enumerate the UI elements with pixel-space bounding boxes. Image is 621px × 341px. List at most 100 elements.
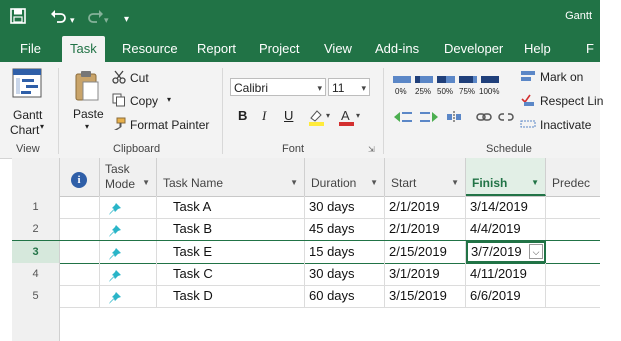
undo-icon[interactable] bbox=[50, 8, 68, 29]
header-start[interactable]: Start ▼ bbox=[385, 158, 466, 196]
redo-icon[interactable] bbox=[86, 8, 104, 29]
finish-filter-icon[interactable]: ▼ bbox=[531, 178, 539, 187]
table-row-empty[interactable] bbox=[12, 307, 600, 341]
finish-cell[interactable]: 3/14/2019 bbox=[466, 196, 546, 218]
italic-button[interactable]: I bbox=[262, 108, 266, 124]
task-mode-cell[interactable] bbox=[100, 218, 157, 240]
start-filter-icon[interactable]: ▼ bbox=[451, 178, 459, 187]
row-number[interactable]: 4 bbox=[12, 263, 60, 285]
row-number-empty[interactable] bbox=[12, 307, 60, 341]
row-number[interactable]: 2 bbox=[12, 218, 60, 240]
gantt-chart-label-1[interactable]: Gantt bbox=[13, 108, 42, 122]
row-number[interactable]: 3 bbox=[12, 241, 60, 263]
duration-cell[interactable]: 45 days bbox=[305, 218, 385, 240]
undo-dropdown-icon[interactable]: ▾ bbox=[70, 11, 75, 29]
task-name-cell[interactable]: Task B bbox=[157, 218, 305, 240]
tab-view[interactable]: View bbox=[316, 36, 360, 62]
link-tasks-icon[interactable] bbox=[476, 110, 492, 127]
customize-qat-icon[interactable]: ▾ bbox=[124, 11, 129, 29]
save-icon[interactable] bbox=[10, 8, 26, 29]
finish-cell[interactable]: 6/6/2019 bbox=[466, 285, 546, 307]
finish-cell-active[interactable]: 3/7/2019 ⌵ bbox=[466, 241, 546, 263]
respect-links-icon[interactable] bbox=[520, 93, 536, 110]
task-name-cell[interactable]: Task A bbox=[157, 196, 305, 218]
paste-dropdown-icon[interactable]: ▾ bbox=[85, 122, 89, 131]
inactivate-icon[interactable] bbox=[520, 117, 536, 134]
duration-cell[interactable]: 30 days bbox=[305, 263, 385, 285]
tab-report[interactable]: Report bbox=[189, 36, 244, 62]
tab-add-ins[interactable]: Add-ins bbox=[367, 36, 427, 62]
table-row[interactable]: 1 Task A 30 days 2/1/2019 3/14/2019 bbox=[12, 196, 600, 219]
task-mode-cell[interactable] bbox=[100, 263, 157, 285]
task-mode-filter-icon[interactable]: ▼ bbox=[142, 178, 150, 187]
tab-developer[interactable]: Developer bbox=[436, 36, 511, 62]
pct-50-button[interactable]: 50% bbox=[437, 87, 453, 96]
finish-cell[interactable]: 4/11/2019 bbox=[466, 263, 546, 285]
table-row[interactable]: 5 Task D 60 days 3/15/2019 6/6/2019 bbox=[12, 285, 600, 308]
task-name-cell[interactable]: Task E bbox=[157, 241, 305, 263]
header-task-mode[interactable]: Task Mode ▼ bbox=[100, 158, 157, 196]
table-row[interactable]: 2 Task B 45 days 2/1/2019 4/4/2019 bbox=[12, 218, 600, 241]
paste-icon[interactable] bbox=[74, 70, 100, 105]
header-duration[interactable]: Duration ▼ bbox=[305, 158, 385, 196]
copy-dropdown-icon[interactable]: ▾ bbox=[167, 95, 171, 104]
indicator-cell[interactable] bbox=[60, 263, 100, 285]
tab-project[interactable]: Project bbox=[251, 36, 307, 62]
duration-cell[interactable]: 30 days bbox=[305, 196, 385, 218]
start-cell[interactable]: 3/15/2019 bbox=[385, 285, 466, 307]
indicator-cell[interactable] bbox=[60, 218, 100, 240]
font-dialog-launcher-icon[interactable]: ⇲ bbox=[368, 145, 375, 154]
outdent-icon[interactable] bbox=[392, 110, 414, 127]
inactivate-button[interactable]: Inactivate bbox=[540, 118, 591, 132]
mark-on-track-icon[interactable] bbox=[520, 69, 536, 86]
cut-icon[interactable] bbox=[112, 70, 126, 87]
split-task-icon[interactable] bbox=[446, 110, 462, 127]
pct-25-button[interactable]: 25% bbox=[415, 87, 431, 96]
copy-icon[interactable] bbox=[112, 93, 126, 110]
gantt-dropdown-icon[interactable]: ▾ bbox=[40, 122, 44, 131]
tab-task[interactable]: Task bbox=[62, 36, 105, 62]
duration-cell[interactable]: 60 days bbox=[305, 285, 385, 307]
duration-cell[interactable]: 15 days bbox=[305, 241, 385, 263]
finish-cell[interactable]: 4/4/2019 bbox=[466, 218, 546, 240]
tab-partial[interactable]: F bbox=[586, 36, 594, 62]
predecessors-cell[interactable] bbox=[546, 285, 600, 307]
task-name-cell[interactable]: Task D bbox=[157, 285, 305, 307]
copy-button[interactable]: Copy bbox=[130, 94, 158, 108]
start-cell[interactable]: 2/15/2019 bbox=[385, 241, 466, 263]
tab-help[interactable]: Help bbox=[516, 36, 559, 62]
row-number[interactable]: 1 bbox=[12, 196, 60, 218]
tab-file[interactable]: File bbox=[12, 36, 49, 62]
unlink-tasks-icon[interactable] bbox=[498, 110, 514, 127]
tab-resource[interactable]: Resource bbox=[114, 36, 186, 62]
start-cell[interactable]: 2/1/2019 bbox=[385, 196, 466, 218]
pct-100-button[interactable]: 100% bbox=[479, 87, 499, 96]
pct-0-button[interactable]: 0% bbox=[395, 87, 407, 96]
predecessors-cell[interactable] bbox=[546, 263, 600, 285]
header-select-all[interactable] bbox=[12, 158, 60, 196]
task-mode-cell[interactable] bbox=[100, 196, 157, 218]
table-row[interactable]: 4 Task C 30 days 3/1/2019 4/11/2019 bbox=[12, 263, 600, 286]
format-painter-icon[interactable] bbox=[112, 117, 126, 134]
header-indicators[interactable]: i bbox=[60, 158, 100, 196]
font-size-select[interactable]: 11 ▾ bbox=[328, 78, 370, 96]
header-task-name[interactable]: Task Name ▼ bbox=[157, 158, 305, 196]
gantt-chart-label-2[interactable]: Chart bbox=[10, 123, 39, 137]
predecessors-cell[interactable] bbox=[546, 218, 600, 240]
task-name-cell[interactable]: Task C bbox=[157, 263, 305, 285]
bold-button[interactable]: B bbox=[238, 108, 247, 123]
respect-links-button[interactable]: Respect Lin bbox=[540, 94, 603, 108]
gantt-chart-icon[interactable] bbox=[12, 68, 42, 101]
indicator-cell[interactable] bbox=[60, 285, 100, 307]
format-painter-button[interactable]: Format Painter bbox=[130, 118, 209, 132]
font-color-icon[interactable]: A ▾ bbox=[338, 108, 362, 129]
start-cell[interactable]: 3/1/2019 bbox=[385, 263, 466, 285]
indent-icon[interactable] bbox=[418, 110, 440, 127]
indicator-cell[interactable] bbox=[60, 196, 100, 218]
highlight-color-icon[interactable]: ▾ bbox=[308, 108, 332, 129]
duration-filter-icon[interactable]: ▼ bbox=[370, 178, 378, 187]
underline-button[interactable]: U bbox=[284, 108, 293, 123]
pct-75-button[interactable]: 75% bbox=[459, 87, 475, 96]
predecessors-cell[interactable] bbox=[546, 241, 600, 263]
header-finish[interactable]: Finish ▼ bbox=[466, 158, 546, 196]
